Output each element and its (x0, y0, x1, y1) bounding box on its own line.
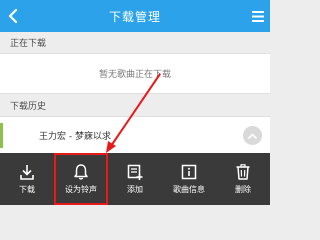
page-title: 下载管理 (108, 9, 161, 24)
download-label: 下载 (19, 185, 35, 194)
song-info-label: 歌曲信息 (173, 185, 205, 194)
bottom-toolbar: 下载 设为铃声 添加 歌曲信息 删除 (0, 153, 270, 205)
collapse-button[interactable] (243, 126, 262, 145)
menu-button[interactable] (246, 0, 270, 32)
downloading-empty-state: 暂无歌曲正在下载 (0, 53, 270, 94)
set-as-ringtone-label: 设为铃声 (65, 185, 97, 194)
download-manager-screen: 下载管理 正在下载 暂无歌曲正在下载 下载历史 王力宏 - 梦寐以求 下载 设为… (0, 0, 270, 205)
download-button[interactable]: 下载 (0, 153, 54, 205)
set-as-ringtone-button[interactable]: 设为铃声 (54, 153, 108, 205)
downloading-section-header: 正在下载 (0, 32, 270, 52)
back-button[interactable] (0, 0, 26, 32)
song-info-button[interactable]: 歌曲信息 (162, 153, 216, 205)
title-bar: 下载管理 (0, 0, 270, 32)
add-label: 添加 (127, 185, 143, 194)
history-list-item[interactable]: 王力宏 - 梦寐以求 (0, 116, 270, 153)
add-to-list-icon (127, 164, 143, 180)
info-icon (181, 164, 197, 180)
song-title: 王力宏 - 梦寐以求 (39, 131, 111, 142)
selection-accent-bar (0, 123, 3, 148)
delete-label: 删除 (235, 185, 251, 194)
bell-icon (74, 164, 88, 180)
delete-button[interactable]: 删除 (216, 153, 270, 205)
download-icon (20, 165, 34, 180)
empty-message: 暂无歌曲正在下载 (98, 70, 171, 80)
trash-icon (236, 164, 250, 180)
back-arrow-icon (8, 9, 18, 23)
hamburger-menu-icon (252, 10, 264, 22)
chevron-up-icon (248, 133, 257, 139)
history-section-header: 下载历史 (0, 95, 270, 115)
add-button[interactable]: 添加 (108, 153, 162, 205)
